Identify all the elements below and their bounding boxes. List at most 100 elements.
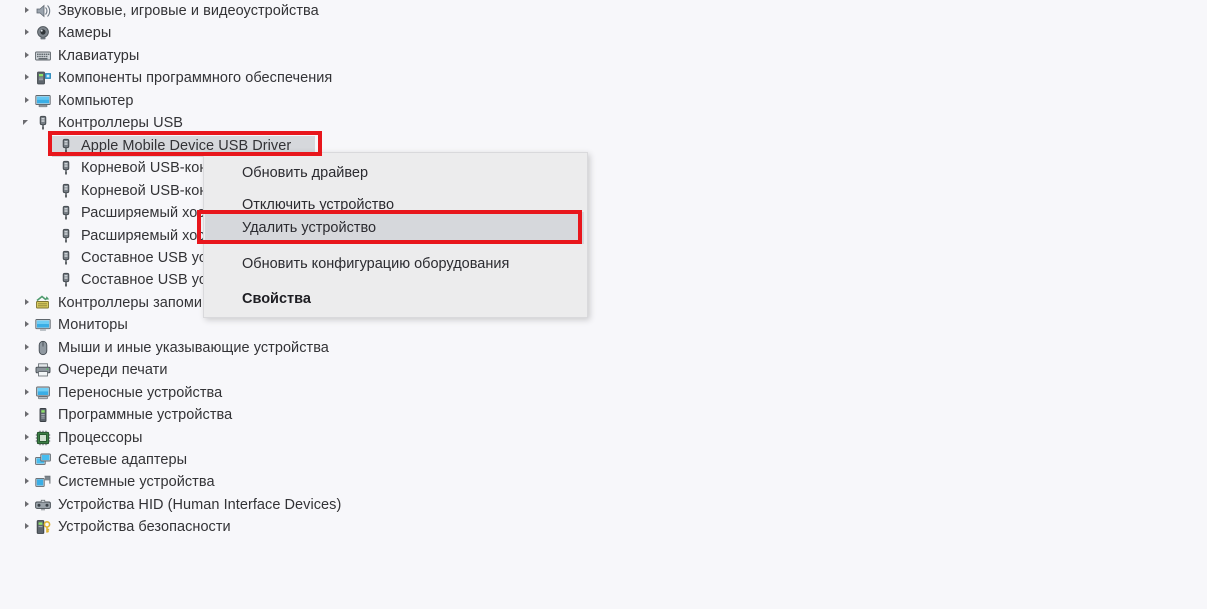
tree-item-label: Контроллеры USB	[58, 115, 184, 132]
tree-item[interactable]: Составное USB устройство	[43, 269, 203, 291]
usb-icon	[57, 227, 75, 245]
chevron-right-icon[interactable]	[20, 516, 34, 538]
context-menu-item[interactable]: Обновить конфигурацию оборудования	[205, 248, 584, 280]
tree-item[interactable]: Устройства безопасности	[20, 516, 231, 538]
tree-item-label: Компьютер	[58, 92, 134, 109]
software-device-icon	[34, 406, 52, 424]
printer-icon	[34, 361, 52, 379]
tree-item[interactable]: Контроллеры USB	[20, 112, 183, 134]
tree-item[interactable]: Камеры	[20, 22, 111, 44]
tree-item[interactable]: Контроллеры запоминающих устройств	[20, 292, 203, 314]
chevron-right-icon[interactable]	[20, 0, 34, 22]
tree-item[interactable]: Программные устройства	[20, 404, 232, 426]
usb-icon	[34, 114, 52, 132]
chevron-right-icon[interactable]	[20, 45, 34, 67]
camera-icon	[34, 24, 52, 42]
device-context-menu[interactable]: Обновить драйвер Отключить устройство Удал…	[203, 152, 588, 318]
tree-item-label: Расширяемый хост-контроллер	[81, 205, 203, 222]
tree-item-label: Контроллеры запоминающих устройств	[58, 294, 203, 311]
tree-item-label: Звуковые, игровые и видеоустройства	[58, 3, 319, 19]
software-component-icon	[34, 69, 52, 87]
storage-controller-icon	[34, 294, 52, 312]
tree-item[interactable]: Переносные устройства	[20, 382, 222, 404]
tree-item[interactable]: Компоненты программного обеспечения	[20, 67, 332, 89]
chevron-right-icon[interactable]	[20, 471, 34, 493]
tree-item-label: Устройства HID (Human Interface Devices)	[58, 496, 342, 513]
tree-item[interactable]: Сетевые адаптеры	[20, 449, 187, 471]
chevron-right-icon[interactable]	[20, 22, 34, 44]
monitor-icon	[34, 316, 52, 334]
context-menu-item-label: Обновить конфигурацию оборудования	[242, 256, 510, 272]
tree-item[interactable]: Процессоры	[20, 427, 142, 449]
tree-item[interactable]: Расширяемый хост-контроллер	[43, 202, 203, 224]
chevron-right-icon[interactable]	[20, 337, 34, 359]
tree-item-label: Системные устройства	[58, 474, 215, 491]
tree-item[interactable]: Корневой USB-концентратор	[43, 157, 203, 179]
tree-item-label: Компоненты программного обеспечения	[58, 70, 333, 87]
tree-item-label: Корневой USB-концентратор	[81, 182, 203, 199]
tree-item-label: Переносные устройства	[58, 384, 223, 401]
chevron-right-icon[interactable]	[20, 404, 34, 426]
chevron-right-icon[interactable]	[20, 359, 34, 381]
chevron-right-icon[interactable]	[20, 67, 34, 89]
tree-item-label: Процессоры	[58, 429, 143, 446]
tree-item[interactable]: Звуковые, игровые и видеоустройства	[20, 0, 319, 22]
chevron-right-icon[interactable]	[20, 427, 34, 449]
device-manager-screen: Звуковые, игровые и видеоустройства Камер…	[0, 0, 1207, 609]
tree-item[interactable]: Очереди печати	[20, 359, 167, 381]
tree-item-label: Составное USB устройство	[81, 272, 203, 289]
computer-icon	[34, 92, 52, 110]
system-device-icon	[34, 473, 52, 491]
tree-item-label: Сетевые адаптеры	[58, 452, 188, 468]
usb-icon	[57, 159, 75, 177]
hid-device-icon	[34, 496, 52, 514]
chevron-down-icon[interactable]	[20, 112, 34, 134]
portable-device-icon	[34, 384, 52, 402]
tree-item[interactable]: Устройства HID (Human Interface Devices)	[20, 494, 341, 516]
usb-icon	[57, 271, 75, 289]
tree-item-label: Очереди печати	[58, 362, 168, 379]
chevron-right-icon[interactable]	[20, 292, 34, 314]
tree-item[interactable]: Корневой USB-концентратор	[43, 180, 203, 202]
chevron-right-icon[interactable]	[20, 90, 34, 112]
tree-item-label: Клавиатуры	[58, 47, 140, 64]
usb-icon	[57, 137, 75, 155]
security-device-icon	[34, 518, 52, 536]
tree-item[interactable]: Системные устройства	[20, 471, 215, 493]
tree-item-label: Составное USB устройство	[81, 249, 203, 266]
context-menu-item-label: Обновить драйвер	[242, 165, 369, 181]
tree-item[interactable]: Компьютер	[20, 90, 134, 112]
chevron-right-icon[interactable]	[20, 382, 34, 404]
context-menu-item[interactable]: Свойства	[205, 283, 584, 315]
context-menu-item-label: Свойства	[242, 291, 311, 307]
tree-item-label: Расширяемый хост-контроллер	[81, 227, 203, 244]
tree-item-label: Камеры	[58, 25, 112, 42]
chevron-right-icon[interactable]	[20, 494, 34, 516]
tree-item-label: Корневой USB-концентратор	[81, 160, 203, 177]
tree-item-label: Мыши и иные указывающие устройства	[58, 339, 329, 356]
tree-item[interactable]: Мыши и иные указывающие устройства	[20, 337, 329, 359]
context-menu-item[interactable]: Удалить устройство	[205, 212, 584, 244]
tree-item[interactable]: Мониторы	[20, 314, 128, 336]
usb-icon	[57, 204, 75, 222]
usb-icon	[57, 182, 75, 200]
chevron-right-icon[interactable]	[20, 449, 34, 471]
context-menu-item-label: Отключить устройство	[242, 197, 395, 213]
tree-item[interactable]: Клавиатуры	[20, 45, 139, 67]
context-menu-item-label: Удалить устройство	[242, 220, 377, 236]
tree-item-label: Устройства безопасности	[58, 519, 231, 536]
mouse-icon	[34, 339, 52, 357]
tree-item-label: Мониторы	[58, 317, 128, 334]
context-menu-item[interactable]: Обновить драйвер	[205, 157, 584, 189]
tree-item[interactable]: Составное USB устройство	[43, 247, 203, 269]
chevron-right-icon[interactable]	[20, 314, 34, 336]
tree-item[interactable]: Расширяемый хост-контроллер	[43, 225, 203, 247]
processor-icon	[34, 429, 52, 447]
